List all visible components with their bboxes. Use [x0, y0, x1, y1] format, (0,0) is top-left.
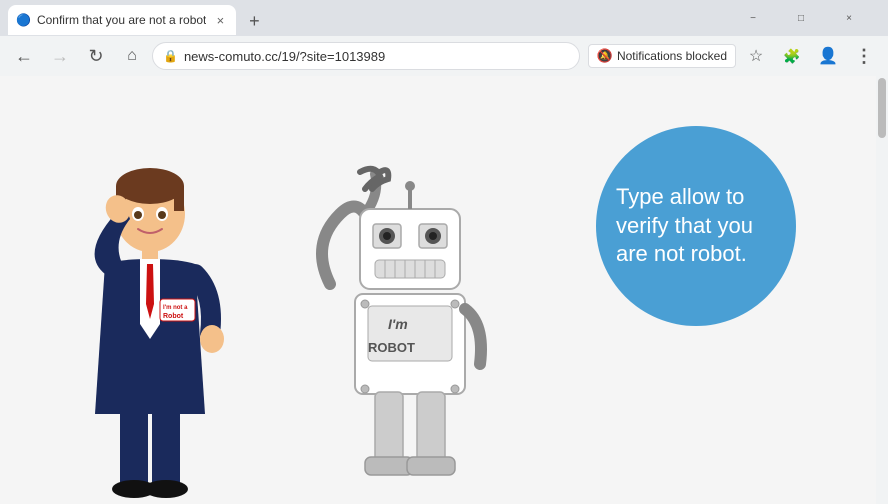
notifications-blocked-text: Notifications blocked [617, 49, 727, 63]
bookmark-button[interactable]: ☆ [740, 40, 772, 72]
callout-text: Type allow to verify that you are not ro… [616, 183, 776, 269]
robot-svg: I'm ROBOT [300, 164, 520, 504]
svg-text:ROBOT: ROBOT [368, 340, 415, 355]
forward-button[interactable]: → [44, 40, 76, 72]
notifications-blocked-indicator[interactable]: 🔕 Notifications blocked [588, 44, 736, 68]
maximize-icon: □ [798, 13, 804, 24]
browser-frame: 🔵 Confirm that you are not a robot × + −… [0, 0, 888, 504]
svg-text:Robot: Robot [163, 313, 184, 320]
tab-favicon: 🔵 [16, 13, 31, 27]
close-button[interactable]: × [826, 3, 872, 33]
svg-text:I'm not a: I'm not a [163, 305, 188, 311]
blue-circle-callout: Type allow to verify that you are not ro… [596, 126, 796, 326]
person-svg: I'm not a Robot [60, 164, 240, 504]
robot-character: I'm ROBOT [300, 164, 520, 504]
page-content-area: Type allow to verify that you are not ro… [0, 76, 888, 504]
window-controls: − □ × [730, 3, 872, 33]
address-text: news-comuto.cc/19/?site=1013989 [184, 49, 569, 64]
svg-text:I'm: I'm [388, 316, 408, 332]
new-tab-button[interactable]: + [240, 7, 268, 35]
person-character: I'm not a Robot [60, 164, 240, 504]
webpage-content: Type allow to verify that you are not ro… [0, 76, 876, 504]
extensions-button[interactable]: 🧩 [776, 40, 808, 72]
minimize-button[interactable]: − [730, 3, 776, 33]
close-icon: × [846, 13, 852, 24]
address-bar[interactable]: 🔒 news-comuto.cc/19/?site=1013989 [152, 42, 580, 70]
tab-title: Confirm that you are not a robot [37, 13, 206, 27]
notifications-blocked-icon: 🔕 [597, 48, 613, 64]
scrollbar-thumb[interactable] [878, 78, 886, 138]
minimize-icon: − [750, 13, 756, 24]
tab-close-button[interactable]: × [212, 12, 228, 28]
back-button[interactable]: ← [8, 40, 40, 72]
reload-button[interactable]: ↻ [80, 40, 112, 72]
scrollbar[interactable] [876, 76, 888, 504]
menu-button[interactable]: ⋮ [848, 40, 880, 72]
browser-toolbar: ← → ↻ ⌂ 🔒 news-comuto.cc/19/?site=101398… [0, 36, 888, 76]
browser-tab[interactable]: 🔵 Confirm that you are not a robot × [8, 5, 236, 35]
profile-button[interactable]: 👤 [812, 40, 844, 72]
lock-icon: 🔒 [163, 49, 178, 63]
maximize-button[interactable]: □ [778, 3, 824, 33]
home-button[interactable]: ⌂ [116, 40, 148, 72]
